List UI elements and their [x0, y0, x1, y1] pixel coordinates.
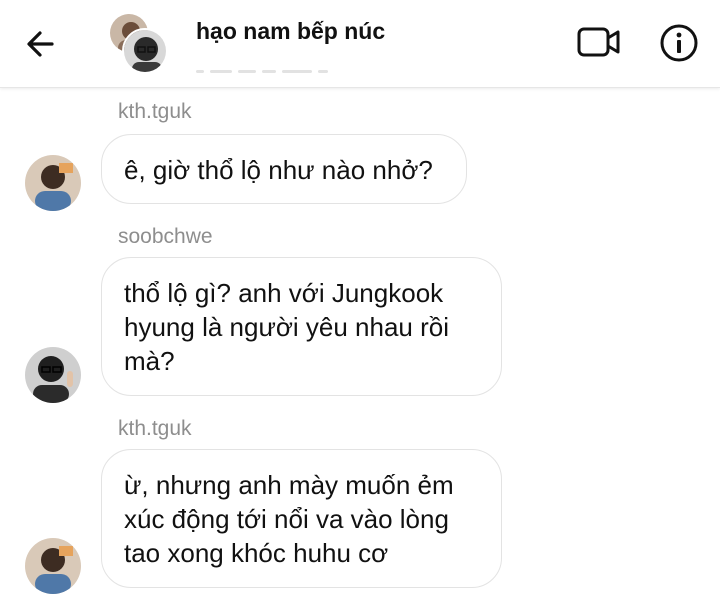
group-avatar[interactable]	[108, 12, 168, 74]
message-text-line: thổ lộ gì? anh với Jungkook	[124, 278, 444, 308]
message-sender: soobchwe	[118, 225, 213, 248]
message-bubble[interactable]: ê, giờ thổ lộ như nào nhở?	[101, 134, 467, 204]
group-avatar-front	[122, 28, 168, 74]
chat-subtitle	[196, 60, 336, 73]
message-text-line: xúc động tới nổi va vào lòng	[124, 504, 449, 534]
arrow-left-icon	[27, 31, 54, 57]
message-text-line: hyung là người yêu nhau rồi	[124, 312, 449, 342]
message-sender: kth.tguk	[118, 100, 192, 123]
info-icon	[660, 24, 698, 62]
chat-header: hạo nam bếp núc	[0, 0, 720, 88]
message-bubble[interactable]: thổ lộ gì? anh với Jungkook hyung là ngư…	[101, 257, 502, 396]
message-text-line: ừ, nhưng anh mày muốn ẻm	[124, 470, 454, 500]
video-call-icon	[577, 27, 620, 57]
message-text: ê, giờ thổ lộ như nào nhở?	[124, 155, 433, 185]
sender-avatar[interactable]	[25, 155, 81, 211]
sender-avatar[interactable]	[25, 538, 81, 594]
message-text-line: mà?	[124, 346, 175, 376]
info-button[interactable]	[658, 22, 700, 64]
back-button[interactable]	[22, 24, 62, 64]
message-text-line: tao xong khóc huhu cơ	[124, 538, 389, 568]
sender-avatar[interactable]	[25, 347, 81, 403]
video-call-button[interactable]	[576, 24, 622, 60]
message-bubble[interactable]: ừ, nhưng anh mày muốn ẻm xúc động tới nổ…	[101, 449, 502, 588]
chat-title[interactable]: hạo nam bếp núc	[196, 18, 385, 45]
message-sender: kth.tguk	[118, 417, 192, 440]
